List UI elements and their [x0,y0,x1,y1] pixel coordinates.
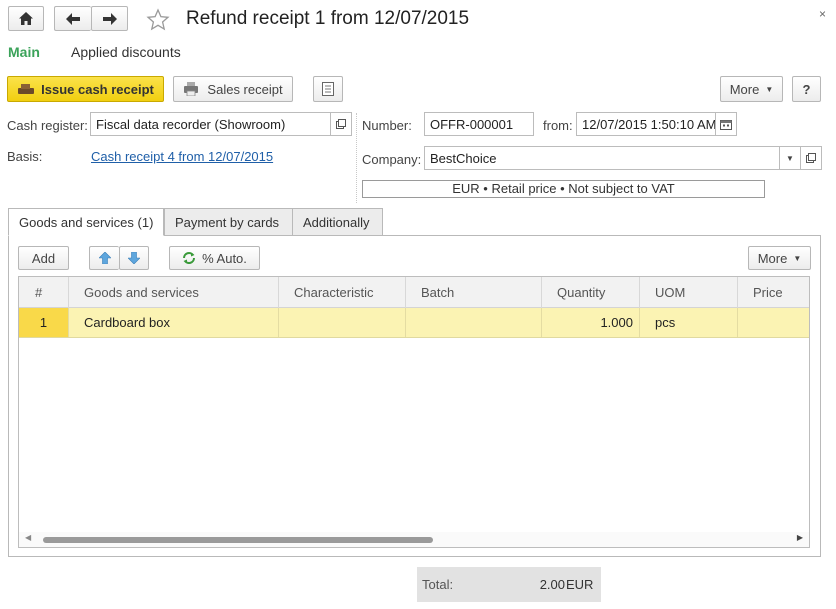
total-box: Total: 2.00 EUR [417,567,601,602]
tab-additionally[interactable]: Additionally [292,208,383,236]
company-open-button[interactable] [800,146,822,170]
table-more-label: More [757,250,788,266]
basis-label: Basis: [7,149,43,164]
quantity-cell[interactable]: 1.000 [542,308,640,337]
uom-cell[interactable]: pcs [640,308,738,337]
nav-tab-main[interactable]: Main [8,44,40,60]
more-actions-button[interactable]: More ▼ [720,76,783,102]
column-header-batch[interactable]: Batch [406,277,542,308]
home-icon [19,12,33,25]
dropdown-arrow-icon: ▼ [793,253,802,263]
column-header-quantity[interactable]: Quantity [542,277,640,308]
document-icon [322,82,334,96]
tab-goods-and-services[interactable]: Goods and services (1) [8,208,164,236]
batch-cell[interactable] [406,308,542,337]
auto-discount-button[interactable]: % Auto. [169,246,260,270]
column-header-price[interactable]: Price [738,277,809,308]
printer-icon [184,82,199,96]
cash-register-label: Cash register: [7,118,88,133]
close-icon[interactable]: × [819,7,826,21]
page-title: Refund receipt 1 from 12/07/2015 [186,8,470,29]
separator [356,113,357,203]
column-header-uom[interactable]: UOM [640,277,738,308]
issue-cash-receipt-button[interactable]: Issue cash receipt [7,76,164,102]
open-icon [336,119,346,129]
issue-cash-receipt-label: Issue cash receipt [41,81,154,97]
basis-link[interactable]: Cash receipt 4 from 12/07/2015 [91,149,273,164]
scrollbar-thumb[interactable] [43,537,433,543]
table-row[interactable]: 1 Cardboard box 1.000 pcs [19,308,809,338]
calendar-icon [720,119,732,130]
company-field[interactable]: BestChoice [424,146,780,170]
scroll-left-icon[interactable]: ◀ [25,533,31,542]
arrow-left-icon [66,12,80,25]
number-label: Number: [362,118,412,133]
more-actions-label: More [729,81,760,97]
number-field[interactable]: OFFR-000001 [424,112,534,136]
company-label: Company: [362,152,422,167]
move-down-button[interactable] [119,246,149,270]
column-header-number[interactable]: # [19,277,69,308]
from-label: from: [543,118,573,133]
tab-payment-by-cards[interactable]: Payment by cards [164,208,293,236]
characteristic-cell[interactable] [279,308,406,337]
price-info-text: EUR • Retail price • Not subject to VAT [452,181,675,196]
cash-register-field[interactable]: Fiscal data recorder (Showroom) [90,112,331,136]
total-value: 2.00 [539,577,565,592]
goods-cell[interactable]: Cardboard box [69,308,279,337]
table-more-button[interactable]: More ▼ [748,246,811,270]
refresh-icon [183,252,196,264]
total-label: Total: [422,577,454,592]
add-button[interactable]: Add [18,246,69,270]
auto-discount-label: % Auto. [202,250,247,266]
total-value-field: 2.00 [457,572,569,596]
column-header-goods[interactable]: Goods and services [69,277,279,308]
scroll-right-icon[interactable]: ▶ [797,533,803,542]
add-label: Add [31,250,56,266]
dropdown-arrow-icon: ▼ [765,84,774,94]
column-header-characteristic[interactable]: Characteristic [279,277,406,308]
price-info-box[interactable]: EUR • Retail price • Not subject to VAT [362,180,765,198]
home-button[interactable] [8,6,44,31]
table-header: # Goods and services Characteristic Batc… [19,277,809,308]
back-button[interactable] [54,6,91,31]
row-number-cell[interactable]: 1 [19,308,69,337]
horizontal-scrollbar[interactable]: ◀ ▶ [19,532,809,547]
date-field[interactable]: 12/07/2015 1:50:10 AM [576,112,716,136]
total-currency: EUR [566,577,594,592]
favorite-star-icon[interactable] [146,8,170,32]
arrow-right-icon [102,12,117,25]
arrow-up-icon [98,252,111,264]
sales-receipt-label: Sales receipt [207,81,283,97]
cash-register-icon [18,84,35,94]
open-icon [806,153,816,163]
cash-register-open-button[interactable] [330,112,352,136]
forward-button[interactable] [91,6,128,31]
company-dropdown-button[interactable]: ▼ [779,146,801,170]
goods-table[interactable]: # Goods and services Characteristic Batc… [18,276,810,548]
dropdown-arrow-icon: ▼ [786,153,794,163]
help-button[interactable]: ? [792,76,821,102]
arrow-down-icon [128,252,140,264]
price-cell[interactable] [738,308,809,337]
help-label: ? [802,81,811,97]
calendar-button[interactable] [715,112,737,136]
nav-tab-applied-discounts[interactable]: Applied discounts [71,44,181,60]
document-button[interactable] [313,76,343,102]
sales-receipt-button[interactable]: Sales receipt [173,76,293,102]
move-up-button[interactable] [89,246,119,270]
